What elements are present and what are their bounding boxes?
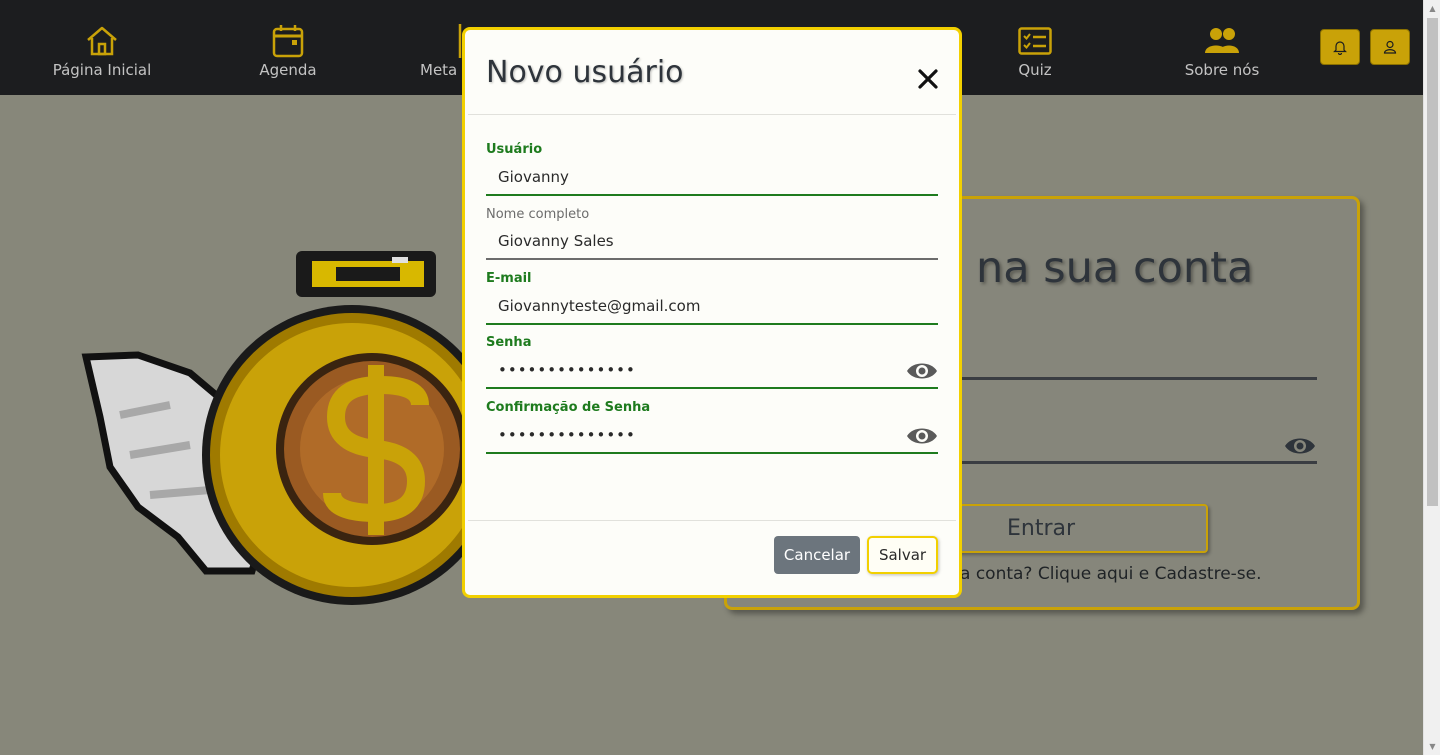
modal-footer-divider — [468, 520, 956, 521]
home-icon — [84, 23, 120, 59]
nav-label-quiz: Quiz — [1018, 61, 1052, 79]
password-label: Senha — [486, 335, 532, 350]
modal-header-divider — [468, 114, 956, 115]
nav-item-meta[interactable]: Meta — [420, 0, 464, 95]
login-password-field[interactable] — [960, 461, 1317, 464]
modal-title: Novo usuário — [486, 55, 684, 90]
confirm-password-underline — [486, 452, 938, 454]
calendar-icon — [270, 23, 306, 59]
nav-label-about: Sobre nós — [1184, 61, 1260, 79]
eye-icon[interactable] — [1284, 434, 1316, 458]
fullname-input[interactable]: Giovanny Sales — [498, 232, 614, 250]
confirm-password-input[interactable]: •••••••••••••• — [498, 426, 636, 444]
page-scrollbar[interactable]: ▲ ▼ — [1423, 0, 1440, 755]
nav-item-agenda[interactable]: Agenda — [258, 0, 318, 95]
fullname-label: Nome completo — [486, 207, 590, 222]
nav-label-agenda: Agenda — [259, 61, 317, 79]
save-button[interactable]: Salvar — [867, 536, 938, 574]
cancel-button[interactable]: Cancelar — [774, 536, 860, 574]
profile-button[interactable] — [1370, 29, 1410, 65]
new-user-modal: Novo usuário Usuário Giovanny Nome compl… — [462, 27, 962, 598]
scroll-up-arrow-icon[interactable]: ▲ — [1424, 0, 1440, 17]
notifications-button[interactable] — [1320, 29, 1360, 65]
email-input[interactable]: Giovannyteste@gmail.com — [498, 297, 700, 315]
user-icon — [1383, 40, 1397, 54]
checklist-icon — [1017, 23, 1053, 59]
username-underline — [486, 194, 938, 196]
login-title: na sua conta — [976, 243, 1254, 293]
login-username-field[interactable] — [960, 377, 1317, 380]
goal-icon — [420, 23, 464, 59]
username-label: Usuário — [486, 142, 543, 157]
users-icon — [1204, 23, 1240, 59]
eye-icon[interactable] — [906, 424, 938, 448]
email-label: E-mail — [486, 271, 532, 286]
bell-icon — [1333, 41, 1347, 55]
nav-item-about[interactable]: Sobre nós — [1184, 0, 1260, 95]
password-underline — [486, 387, 938, 389]
nav-item-home[interactable]: Página Inicial — [53, 0, 151, 95]
scroll-down-arrow-icon[interactable]: ▼ — [1424, 738, 1440, 755]
scrollbar-thumb[interactable] — [1427, 18, 1438, 506]
nav-label-meta: Meta — [420, 61, 458, 79]
password-input[interactable]: •••••••••••••• — [498, 361, 636, 379]
username-input[interactable]: Giovanny — [498, 168, 569, 186]
flying-coin-mascot-illustration — [81, 251, 480, 605]
fullname-underline — [486, 258, 938, 260]
close-icon[interactable] — [917, 68, 939, 90]
confirm-password-label: Confirmação de Senha — [486, 400, 651, 415]
signup-link[interactable]: a conta? Clique aqui e Cadastre-se. — [960, 564, 1262, 584]
nav-item-quiz[interactable]: Quiz — [1016, 0, 1054, 95]
eye-icon[interactable] — [906, 359, 938, 383]
nav-label-home: Página Inicial — [52, 61, 152, 79]
email-underline — [486, 323, 938, 325]
